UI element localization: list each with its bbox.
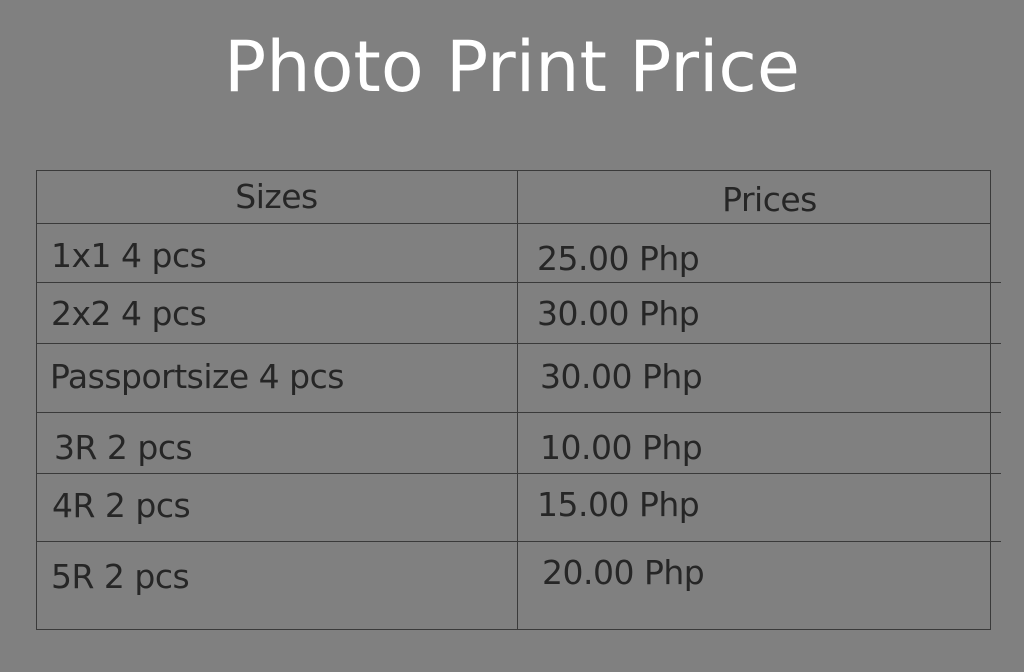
size-cell: 3R 2 pcs <box>54 428 193 467</box>
size-cell: Passportsize 4 pcs <box>50 357 344 396</box>
column-divider <box>517 170 518 630</box>
row-divider <box>36 541 1001 542</box>
row-divider <box>36 473 1001 474</box>
row-divider <box>36 282 1001 283</box>
size-cell: 1x1 4 pcs <box>51 236 207 275</box>
price-cell: 15.00 Php <box>537 485 700 524</box>
row-divider <box>36 412 1001 413</box>
header-prices: Prices <box>722 180 817 219</box>
table-border-left <box>36 170 37 630</box>
price-cell: 25.00 Php <box>537 239 700 278</box>
price-cell: 30.00 Php <box>537 294 700 333</box>
table-border-bottom <box>36 629 991 630</box>
row-divider <box>36 223 991 224</box>
size-cell: 2x2 4 pcs <box>51 294 207 333</box>
header-sizes: Sizes <box>235 177 318 216</box>
price-cell: 10.00 Php <box>540 428 703 467</box>
table-border-right <box>990 170 991 630</box>
size-cell: 5R 2 pcs <box>51 557 190 596</box>
price-cell: 30.00 Php <box>540 357 703 396</box>
size-cell: 4R 2 pcs <box>52 486 191 525</box>
page-title: Photo Print Price <box>224 26 800 108</box>
price-cell: 20.00 Php <box>542 553 705 592</box>
row-divider <box>36 343 1001 344</box>
table-border-top <box>36 170 991 171</box>
